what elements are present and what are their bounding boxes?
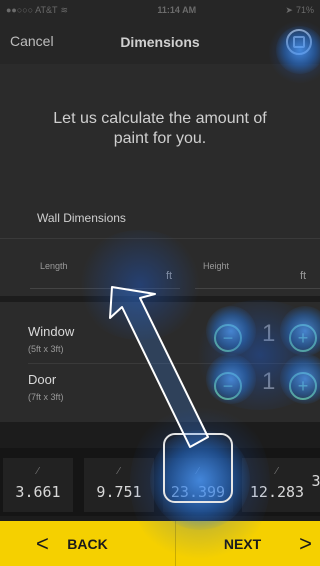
tile-value: 3.661	[15, 483, 61, 501]
window-count: 1	[262, 320, 276, 347]
next-button[interactable]: NEXT >	[175, 521, 320, 566]
calculator-icon[interactable]	[286, 29, 312, 55]
length-unit: ft	[166, 270, 173, 282]
value-tile[interactable]: ⁄ 3.661	[3, 458, 73, 512]
value-tiles-strip: ⁄ 3.661 ⁄ 9.751 ⁄ 23.399 ⁄ 12.283 3	[0, 448, 320, 516]
back-label: BACK	[67, 535, 108, 552]
window-decrement-button[interactable]: −	[214, 324, 242, 352]
next-label: NEXT	[223, 535, 262, 552]
opening-size: (5ft x 3ft)	[28, 344, 64, 354]
status-time: 11:14 AM	[157, 5, 197, 15]
list-item-window: Window (5ft x 3ft) − 1 +	[0, 316, 320, 364]
height-label: Height	[203, 261, 230, 271]
selection-ring	[163, 433, 233, 503]
page-title: Dimensions	[120, 34, 200, 50]
minus-icon: −	[222, 328, 234, 348]
value-tile[interactable]: ⁄ 9.751	[84, 458, 154, 512]
opening-name: Door	[28, 372, 57, 387]
battery-label: 71%	[295, 5, 314, 15]
length-label: Length	[40, 261, 68, 271]
status-bar: ●●○○○ AT&T ≋ 11:14 AM ➤ 71%	[0, 0, 320, 20]
list-item-door: Door (7ft x 3ft) − 1 +	[0, 364, 320, 412]
plus-icon: +	[297, 328, 309, 348]
value-tile[interactable]: ⁄ 12.283	[242, 458, 312, 512]
wall-dimensions-title: Wall Dimensions	[37, 211, 126, 225]
carrier-label: ●●○○○ AT&T	[6, 5, 58, 15]
tile-value: 3	[312, 472, 320, 490]
height-unit: ft	[300, 270, 307, 282]
length-input[interactable]	[30, 288, 180, 289]
minus-icon: −	[222, 376, 234, 396]
back-button[interactable]: < BACK	[0, 521, 175, 566]
cancel-button[interactable]: Cancel	[10, 33, 54, 49]
chevron-left-icon: <	[36, 531, 49, 556]
chevron-right-icon: >	[299, 531, 312, 556]
intro-text: Let us calculate the amount of paint for…	[53, 110, 267, 147]
door-count: 1	[262, 368, 276, 395]
door-decrement-button[interactable]: −	[214, 372, 242, 400]
divider	[175, 521, 176, 566]
window-increment-button[interactable]: +	[289, 324, 317, 352]
tile-value: 9.751	[96, 483, 142, 501]
opening-size: (7ft x 3ft)	[28, 392, 64, 402]
plus-icon: +	[297, 376, 309, 396]
openings-section: Window (5ft x 3ft) − 1 + Door (7ft x 3ft…	[0, 302, 320, 422]
opening-name: Window	[28, 324, 75, 339]
door-increment-button[interactable]: +	[289, 372, 317, 400]
tile-value: 12.283	[249, 483, 305, 501]
intro-panel: Let us calculate the amount of paint for…	[0, 64, 320, 194]
wall-dimensions-section: Wall Dimensions Length ft Height ft	[0, 194, 320, 296]
height-input[interactable]	[195, 288, 320, 289]
nav-bar: Cancel Dimensions	[0, 20, 320, 64]
status-right: ➤ 71%	[285, 5, 314, 16]
divider	[0, 238, 320, 239]
slash-icon: ⁄	[37, 466, 39, 477]
bottom-bar: < BACK NEXT >	[0, 521, 320, 566]
slash-icon: ⁄	[118, 466, 120, 477]
slash-icon: ⁄	[276, 466, 278, 477]
status-left: ●●○○○ AT&T ≋	[6, 5, 68, 16]
location-icon: ➤	[285, 4, 293, 15]
wifi-icon: ≋	[60, 4, 69, 15]
value-tile[interactable]: 3	[312, 458, 320, 512]
